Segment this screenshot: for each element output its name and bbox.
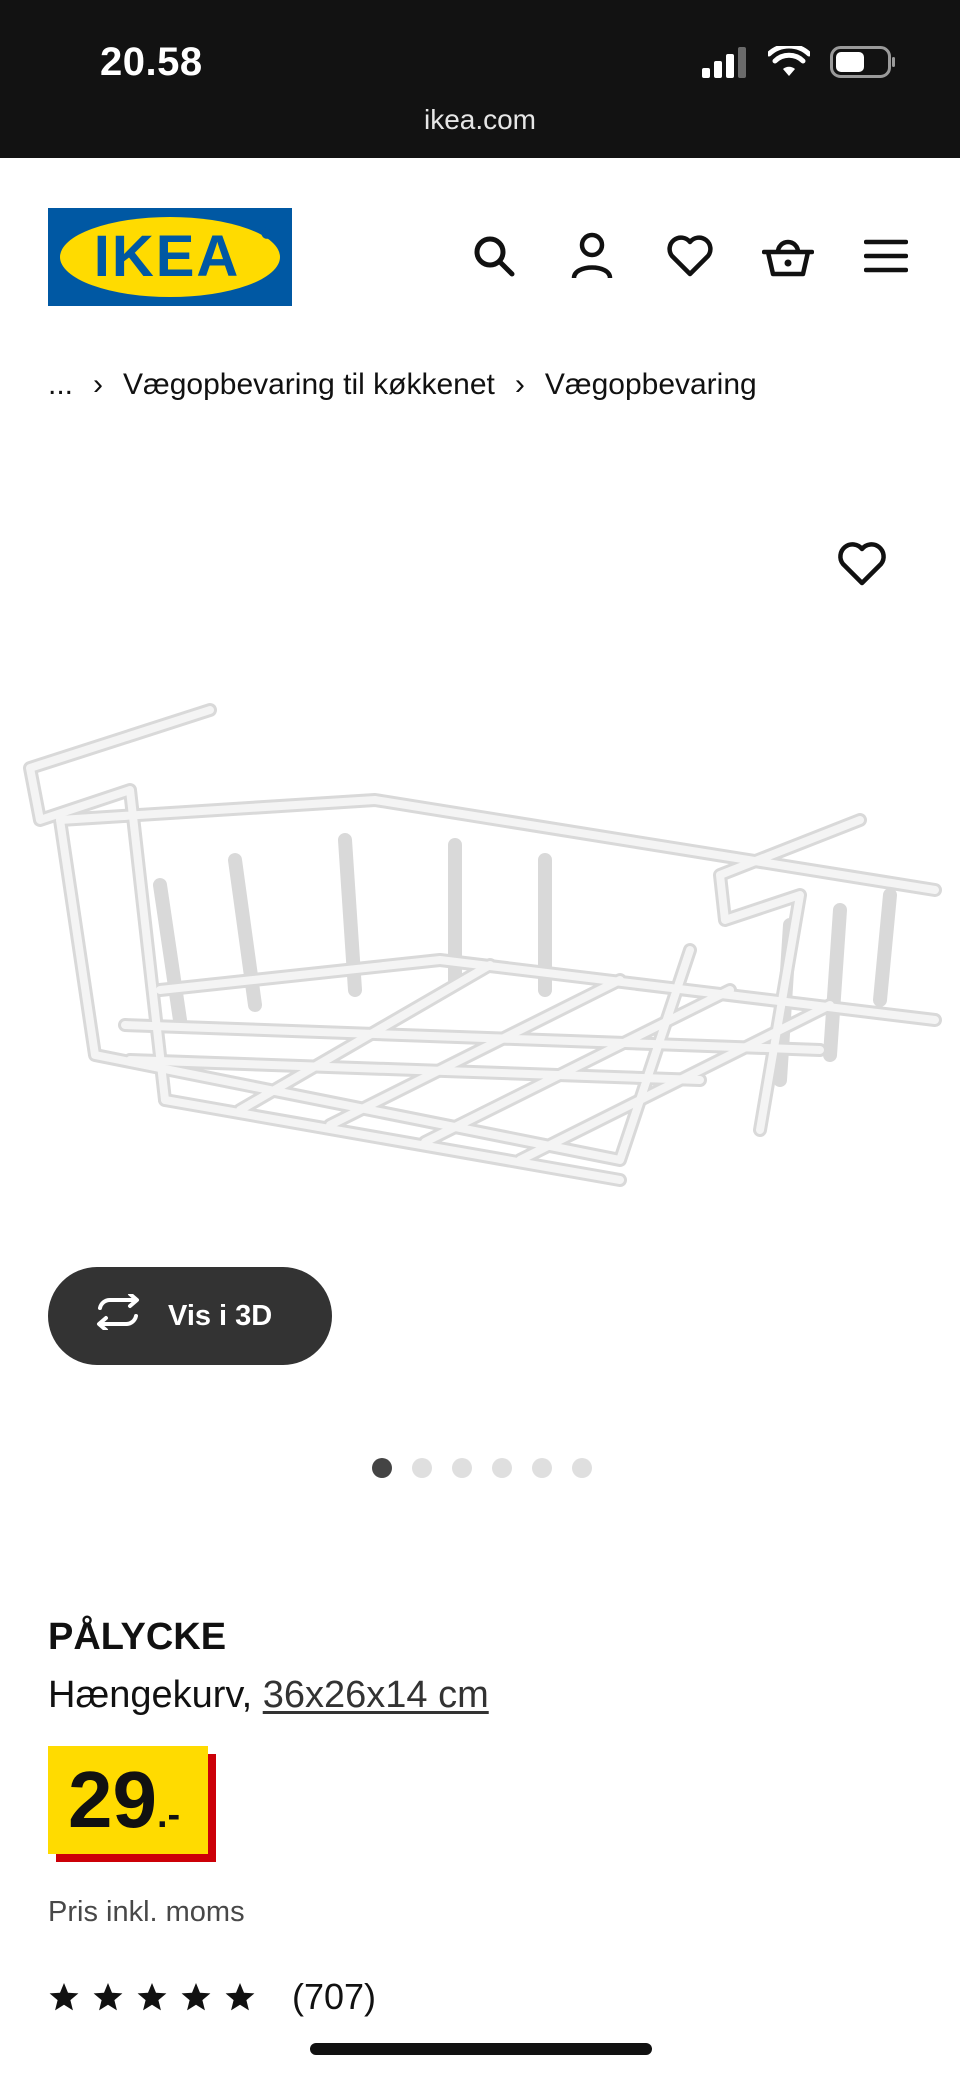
search-icon[interactable]: [468, 230, 520, 282]
product-type: Hængekurv,: [48, 1674, 263, 1716]
status-bar: 20.58 ikea.com: [0, 0, 960, 158]
product-image[interactable]: [0, 660, 960, 1220]
breadcrumb-item-kitchen-wall-storage[interactable]: Vægopbevaring til køkkenet: [123, 368, 495, 402]
price-integer: 29: [68, 1755, 157, 1844]
star-icon: [181, 1983, 211, 2011]
breadcrumb-item-wall-storage[interactable]: Vægopbevaring: [545, 368, 757, 402]
price-box: 29 .-: [48, 1746, 208, 1854]
basket-icon[interactable]: [762, 230, 814, 282]
heart-icon: [838, 542, 886, 586]
gallery-dot[interactable]: [572, 1458, 592, 1478]
rating[interactable]: (707): [48, 1976, 376, 2018]
heart-icon[interactable]: [664, 230, 716, 282]
gallery-dot[interactable]: [372, 1458, 392, 1478]
breadcrumb-ellipsis[interactable]: ...: [48, 368, 73, 402]
view-3d-button[interactable]: Vis i 3D: [48, 1267, 332, 1365]
star-icon: [137, 1983, 167, 2011]
gallery-dot[interactable]: [412, 1458, 432, 1478]
menu-icon[interactable]: [860, 230, 912, 282]
status-time: 20.58: [100, 40, 203, 84]
status-icons: [700, 43, 896, 83]
chevron-right-icon: ›: [93, 368, 104, 401]
price-note: Pris inkl. moms: [48, 1896, 245, 1928]
svg-text:IKEA: IKEA: [94, 224, 241, 289]
site-header: IKEA: [0, 158, 960, 358]
wifi-icon: [766, 43, 812, 83]
product-size-link[interactable]: 36x26x14 cm: [263, 1674, 489, 1716]
star-icon: [93, 1983, 123, 2011]
ikea-logo[interactable]: IKEA: [48, 208, 292, 306]
gallery-dot[interactable]: [452, 1458, 472, 1478]
cellular-signal-icon: [700, 46, 748, 83]
product-favourite-button[interactable]: [836, 540, 888, 592]
gallery-dot[interactable]: [492, 1458, 512, 1478]
rating-stars: [48, 1981, 256, 2013]
view-3d-label: Vis i 3D: [168, 1299, 273, 1332]
account-icon[interactable]: [566, 230, 618, 282]
battery-icon: [830, 46, 896, 83]
browser-url[interactable]: ikea.com: [0, 104, 960, 136]
price-tag: 29 .-: [48, 1746, 216, 1862]
gallery-pagination: [372, 1458, 592, 1478]
home-indicator: [310, 2043, 652, 2055]
gallery-dot[interactable]: [532, 1458, 552, 1478]
product-name: PÅLYCKE: [48, 1616, 227, 1658]
price-suffix: .-: [156, 1794, 181, 1836]
star-icon: [49, 1983, 79, 2011]
rotate-3d-icon: [92, 1292, 144, 1338]
header-actions: [468, 230, 912, 282]
review-count: (707): [292, 1976, 377, 2017]
breadcrumb: ... › Vægopbevaring til køkkenet › Vægop…: [48, 368, 757, 402]
product-description: Hængekurv, 36x26x14 cm: [48, 1674, 489, 1717]
chevron-right-icon: ›: [514, 368, 525, 401]
star-icon: [225, 1983, 255, 2011]
